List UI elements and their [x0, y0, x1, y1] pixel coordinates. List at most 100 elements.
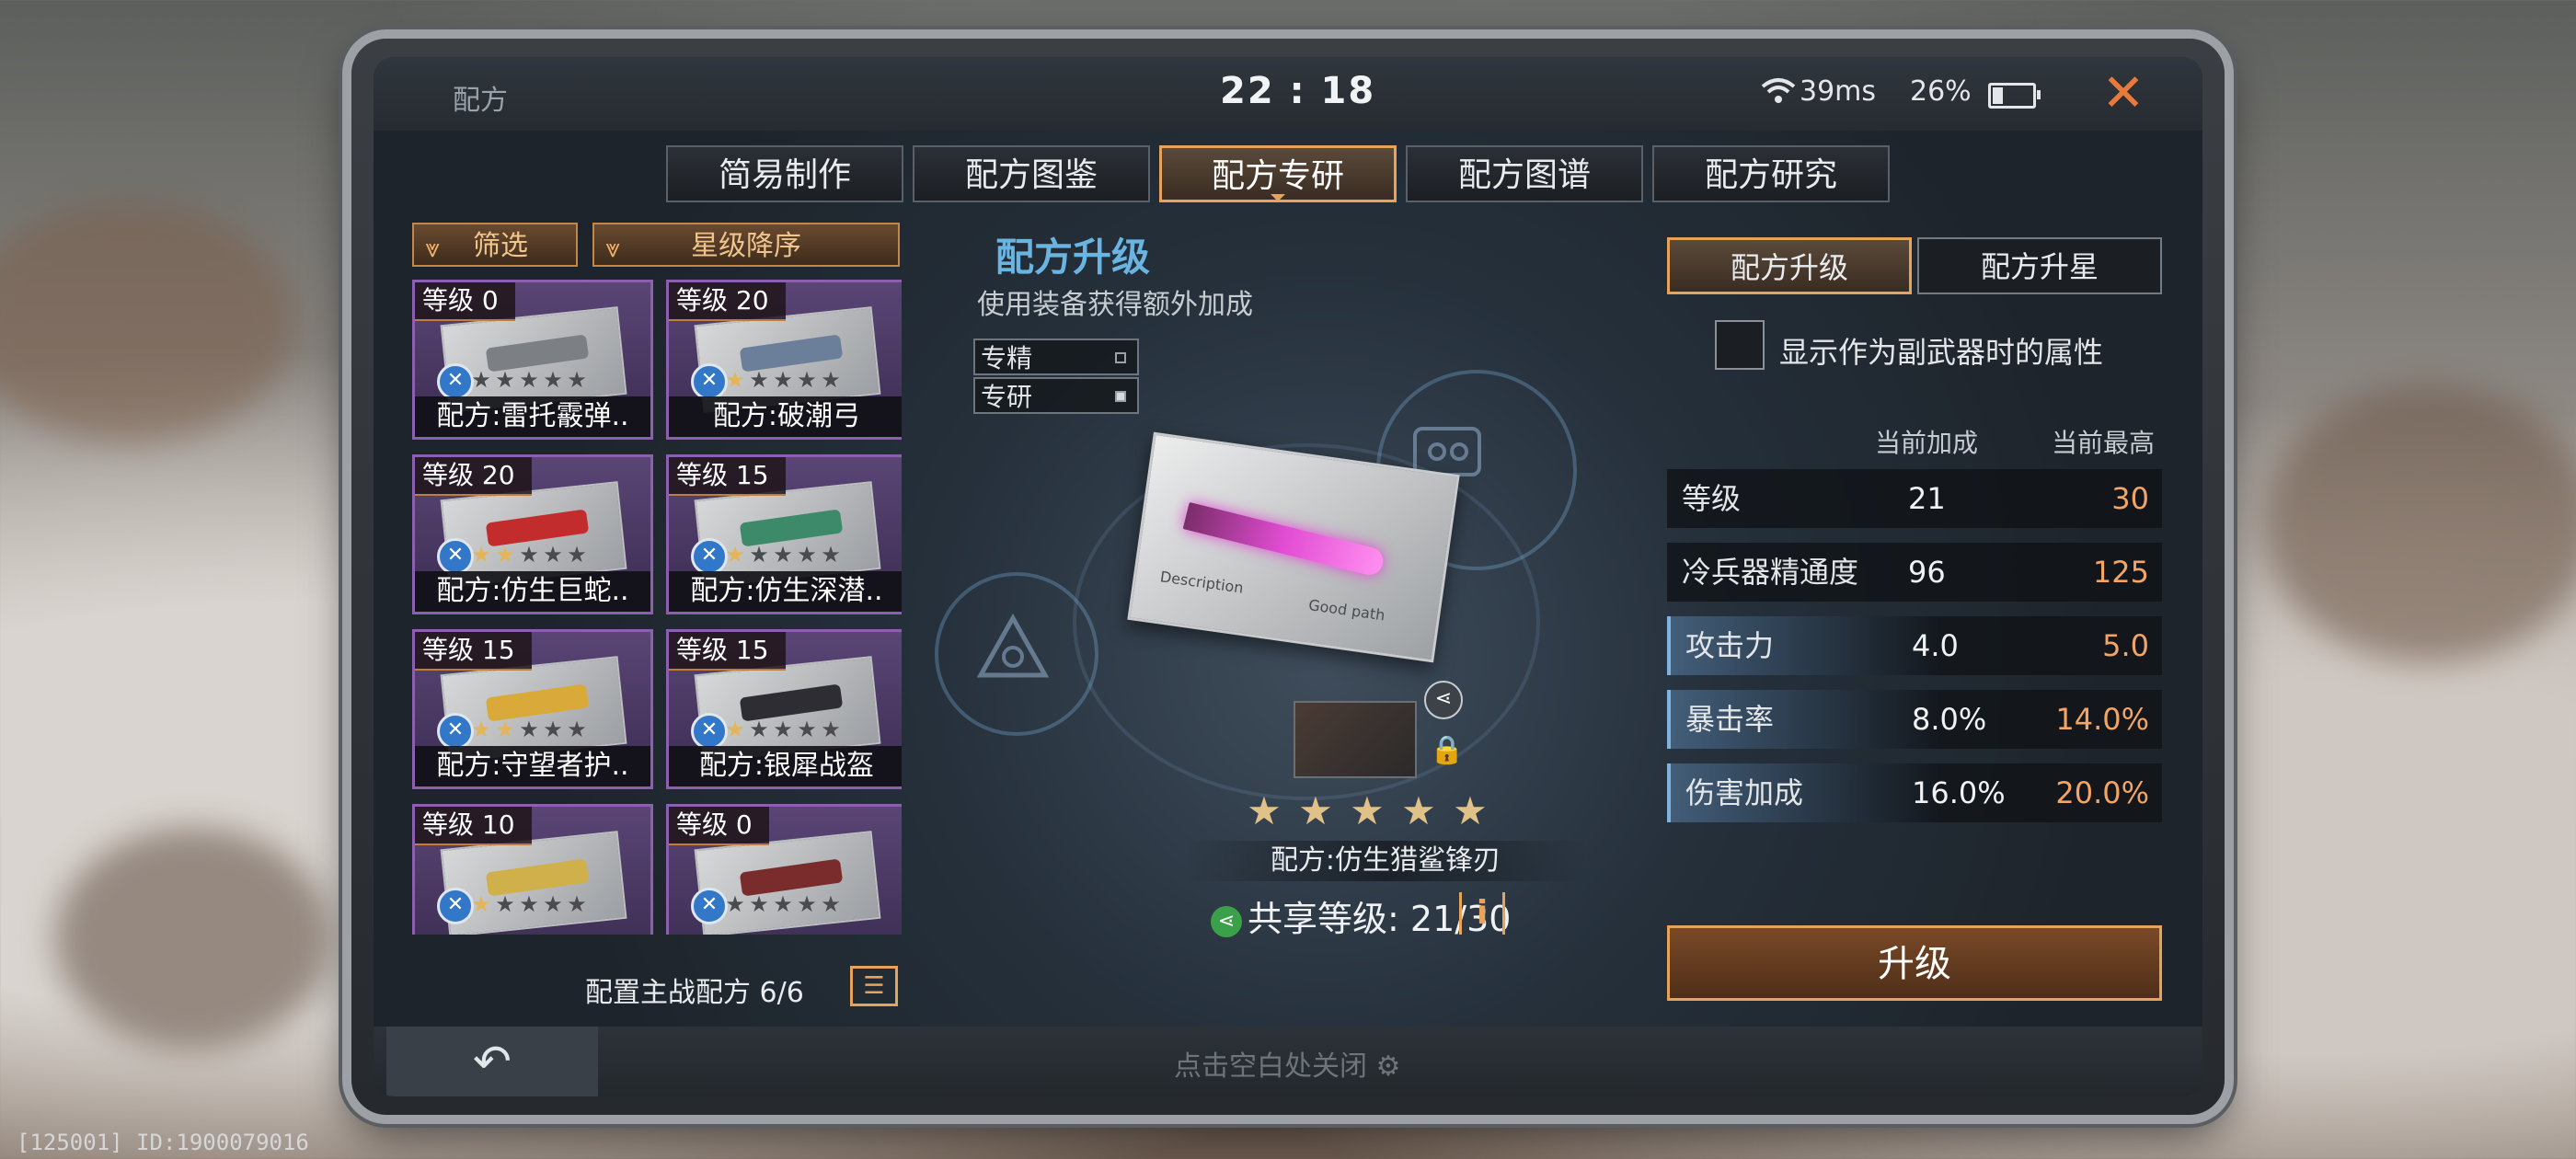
- recipe-card[interactable]: 等级 20 ✕ ★ ★ ★ ★ ★ 配方:仿生巨蛇..: [412, 454, 653, 614]
- loadout-label: 配置主战配方 6/6: [585, 977, 804, 1009]
- column-current-header: 当前加成: [1875, 428, 1979, 458]
- recipe-card[interactable]: 等级 20 ✕ ★ ★ ★ ★ ★ 配方:破潮弓: [666, 280, 902, 440]
- card-level: 等级 0: [415, 282, 515, 321]
- checkbox-label: 显示作为副武器时的属性: [1779, 335, 2104, 370]
- card-name: 配方:仿生深潜..: [669, 571, 902, 612]
- tab-recipe-map[interactable]: 配方图谱: [1406, 145, 1643, 202]
- stat-row: 等级 21 30: [1667, 469, 2162, 528]
- info-button[interactable]: i: [1459, 892, 1505, 935]
- subtab-upgrade[interactable]: 配方升级: [1667, 237, 1912, 294]
- legend-study: 专研: [973, 377, 1139, 414]
- star-icon: ★: [725, 367, 745, 393]
- star-icon: ★: [725, 717, 745, 742]
- cross-badge-icon: ✕: [691, 538, 728, 575]
- tab-recipe-research[interactable]: 配方研究: [1652, 145, 1890, 202]
- cross-badge-icon: ✕: [437, 538, 474, 575]
- star-icon: ★: [797, 542, 817, 568]
- star-icon: ★: [567, 542, 587, 568]
- legend-label: 专研: [981, 382, 1033, 412]
- star-icon: ★: [519, 891, 539, 917]
- close-hint[interactable]: 点击空白处关闭 ⚙: [1174, 1043, 1400, 1084]
- card-stars: ★ ★ ★ ★ ★: [724, 369, 842, 393]
- stat-current: 8.0%: [1912, 702, 1987, 737]
- recipe-card[interactable]: 等级 10 ✕ ★ ★ ★ ★ ★: [412, 804, 653, 935]
- upgrade-subtabs: 配方升级 配方升星: [1667, 237, 2162, 294]
- recipe-card[interactable]: 等级 0 ✕ ★ ★ ★ ★ ★ 配方:雷托霰弹..: [412, 280, 653, 440]
- wifi-icon: [1761, 78, 1796, 103]
- star-icon: ★: [797, 717, 817, 742]
- card-level: 等级 20: [415, 457, 532, 496]
- stat-max: 125: [2092, 555, 2149, 590]
- battery-percent: 26%: [1910, 75, 1972, 108]
- clipboard-icon[interactable]: ☰: [850, 966, 898, 1006]
- close-button[interactable]: ✕: [2094, 64, 2153, 123]
- stat-name: 伤害加成: [1685, 775, 1804, 810]
- cross-badge-icon: ✕: [691, 713, 728, 750]
- stat-current: 4.0: [1912, 628, 1959, 663]
- star-icon: ★: [749, 542, 769, 568]
- cross-badge-icon: ✕: [437, 888, 474, 924]
- card-name: 配方:破潮弓: [669, 396, 902, 437]
- secondary-weapon-checkbox[interactable]: [1715, 320, 1765, 370]
- recipe-list-panel: ⩔ 筛选 ⩔ 星级降序 等级 0 ✕ ★ ★ ★ ★ ★ 配方:雷托霰弹.. 等级 20 ✕ ★ ★ ★…: [401, 223, 902, 1014]
- recipe-card[interactable]: 等级 15 ✕ ★ ★ ★ ★ ★ 配方:银犀战盔: [666, 629, 902, 789]
- recipe-card[interactable]: 等级 15 ✕ ★ ★ ★ ★ ★ 配方:守望者护..: [412, 629, 653, 789]
- back-button[interactable]: ↶: [386, 1027, 598, 1096]
- card-level: 等级 10: [415, 807, 532, 845]
- cross-badge-icon: ✕: [691, 888, 728, 924]
- tab-recipe-study[interactable]: 配方专研: [1159, 145, 1397, 202]
- star-icon: ★: [543, 367, 563, 393]
- recipe-card[interactable]: 等级 0 ✕ ★ ★ ★ ★ ★: [666, 804, 902, 935]
- star-icon: ★: [471, 367, 491, 393]
- card-level: 等级 20: [669, 282, 786, 321]
- card-stars: ★ ★ ★ ★ ★: [470, 369, 588, 393]
- stat-max: 5.0: [2102, 628, 2149, 663]
- card-stars: ★ ★ ★ ★ ★: [470, 718, 588, 742]
- bottom-bar: ↶ 点击空白处关闭 ⚙: [374, 1027, 2202, 1096]
- main-tabs: 简易制作 配方图鉴 配方专研 配方图谱 配方研究: [666, 145, 1890, 202]
- stat-row: 攻击力 4.0 5.0: [1667, 616, 2162, 675]
- sort-button[interactable]: ⩔ 星级降序: [592, 223, 900, 267]
- tab-simple-craft[interactable]: 简易制作: [666, 145, 903, 202]
- battery-icon: [1988, 83, 2041, 109]
- background-blur: [2263, 386, 2576, 662]
- section-subtitle: 使用装备获得额外加成: [977, 289, 1253, 321]
- weapon-thumbnail[interactable]: [1294, 701, 1417, 778]
- star-icon: ★: [543, 891, 563, 917]
- upgrade-button[interactable]: 升级: [1667, 925, 2162, 1001]
- share-icon[interactable]: ⋖: [1424, 681, 1463, 719]
- star-icon: ★: [773, 367, 793, 393]
- star-icon: ★: [1453, 788, 1488, 833]
- star-icon: ★: [773, 542, 793, 568]
- card-level: 等级 0: [669, 807, 769, 845]
- recipe-card[interactable]: 等级 15 ✕ ★ ★ ★ ★ ★ 配方:仿生深潜..: [666, 454, 902, 614]
- star-icon: ★: [519, 542, 539, 568]
- share-label: 共享等级:: [1248, 899, 1399, 939]
- ping-readout: 39ms: [1800, 75, 1877, 108]
- card-level: 等级 15: [669, 457, 786, 496]
- star-icon: ★: [773, 717, 793, 742]
- battery-fill: [1993, 87, 2003, 104]
- stat-name: 暴击率: [1685, 702, 1775, 737]
- window-title: 配方: [453, 85, 508, 117]
- card-stars: ★ ★ ★ ★ ★: [724, 718, 842, 742]
- star-icon: ★: [471, 891, 491, 917]
- card-stars: ★ ★ ★ ★ ★: [470, 544, 588, 568]
- card-level: 等级 15: [415, 632, 532, 671]
- star-icon: ★: [567, 891, 587, 917]
- item-name: 配方:仿生猎鲨锋刃: [1183, 841, 1588, 881]
- star-icon: ★: [821, 891, 841, 917]
- chevron-down-icon: ⩔: [425, 233, 440, 263]
- recipe-window: 配方 22 : 18 39ms 26% ✕ 简易制作 配方图鉴 配方专研 配方图…: [374, 57, 2202, 1096]
- subtab-star-up[interactable]: 配方升星: [1917, 237, 2162, 294]
- star-icon: ★: [773, 891, 793, 917]
- card-stars: ★ ★ ★ ★ ★: [724, 893, 842, 917]
- tab-recipe-codex[interactable]: 配方图鉴: [913, 145, 1150, 202]
- legend-box: [1115, 391, 1126, 402]
- stat-name: 冷兵器精通度: [1682, 555, 1859, 590]
- top-bar: 配方 22 : 18 39ms 26% ✕: [374, 57, 2202, 131]
- star-icon: ★: [543, 542, 563, 568]
- star-icon: ★: [495, 891, 515, 917]
- filter-button[interactable]: ⩔ 筛选: [412, 223, 578, 267]
- card-name: 配方:雷托霰弹..: [415, 396, 650, 437]
